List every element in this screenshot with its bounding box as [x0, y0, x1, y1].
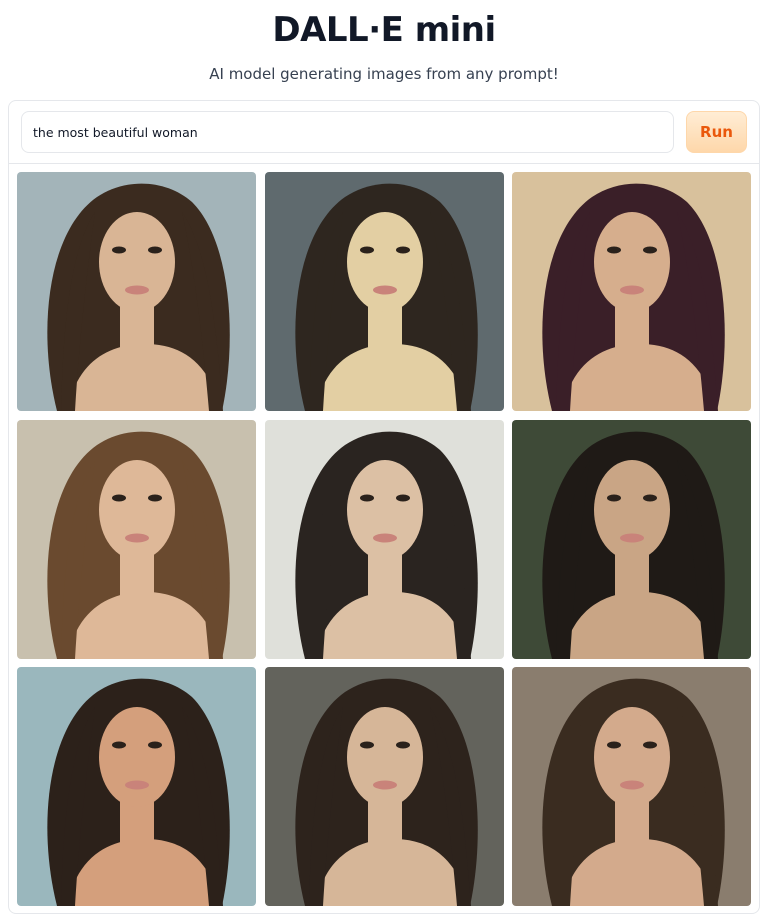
generated-image[interactable] — [17, 420, 256, 659]
generated-image[interactable] — [265, 667, 504, 906]
generated-image[interactable] — [265, 172, 504, 411]
generated-image[interactable] — [512, 172, 751, 411]
portrait-illustration — [542, 678, 725, 906]
generated-image[interactable] — [512, 667, 751, 906]
portrait-illustration — [47, 678, 230, 906]
portrait-illustration — [47, 183, 230, 411]
portrait-illustration — [542, 431, 725, 659]
generated-image[interactable] — [265, 420, 504, 659]
portrait-illustration — [295, 678, 478, 906]
portrait-illustration — [542, 183, 725, 411]
run-button[interactable]: Run — [686, 111, 747, 153]
generator-panel: Run — [8, 100, 760, 914]
prompt-row: Run — [9, 101, 759, 164]
portrait-illustration — [47, 431, 230, 659]
generated-image[interactable] — [17, 667, 256, 906]
page-title: DALL·E mini — [272, 10, 496, 50]
portrait-illustration — [295, 183, 478, 411]
prompt-input[interactable] — [21, 111, 674, 153]
image-gallery — [17, 172, 753, 908]
generated-image[interactable] — [17, 172, 256, 411]
portrait-illustration — [295, 431, 478, 659]
page-subtitle: AI model generating images from any prom… — [209, 65, 559, 83]
generated-image[interactable] — [512, 420, 751, 659]
